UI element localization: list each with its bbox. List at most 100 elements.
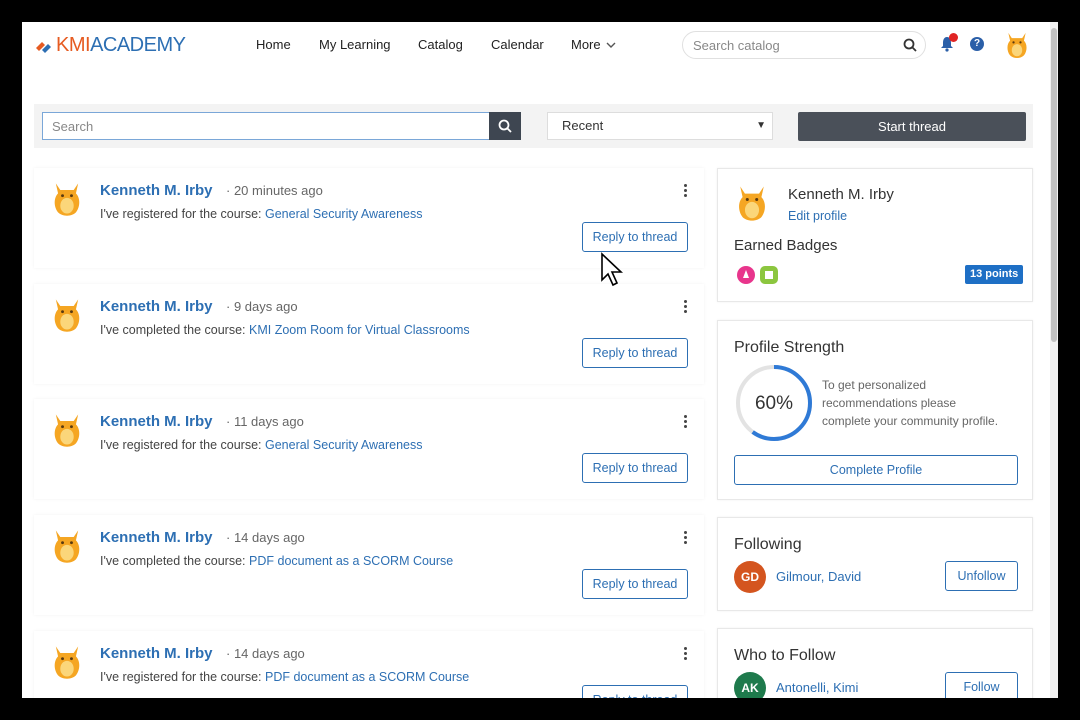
search-icon[interactable] xyxy=(903,38,917,52)
profile-name: Kenneth M. Irby xyxy=(788,186,894,203)
follow-button[interactable]: Follow xyxy=(945,672,1018,698)
user-avatar-icon[interactable] xyxy=(50,296,84,334)
course-link[interactable]: KMI Zoom Room for Virtual Classrooms xyxy=(249,323,470,337)
profile-strength-hint: To get personalized recommendations plea… xyxy=(822,376,998,430)
profile-strength-percent: 60% xyxy=(754,393,794,414)
user-avatar-icon[interactable] xyxy=(734,183,770,223)
search-icon xyxy=(498,119,512,133)
help-icon[interactable]: ? xyxy=(970,37,984,51)
post-time-text: 11 days ago xyxy=(233,414,304,429)
post-action: I've registered for the course: xyxy=(100,438,262,452)
app-window: KMIACADEMY Home My Learning Catalog Cale… xyxy=(22,22,1058,698)
reply-to-thread-button[interactable]: Reply to thread xyxy=(582,338,688,368)
post-action: I've registered for the course: xyxy=(100,670,262,684)
feed-item: Kenneth M. Irby · 11 days ago I've regis… xyxy=(34,399,704,499)
more-options-icon[interactable] xyxy=(684,647,688,662)
author-name[interactable]: Kenneth M. Irby xyxy=(100,182,213,199)
post-time: · 20 minutes ago xyxy=(226,183,323,198)
reply-to-thread-button[interactable]: Reply to thread xyxy=(582,222,688,252)
post-action: I've completed the course: xyxy=(100,323,246,337)
sort-select[interactable]: Recent ▼ xyxy=(547,112,773,140)
nav-more-label: More xyxy=(571,37,601,52)
suggested-person-link[interactable]: Antonelli, Kimi xyxy=(776,680,858,695)
user-avatar-icon[interactable] xyxy=(50,180,84,218)
author-name[interactable]: Kenneth M. Irby xyxy=(100,298,213,315)
catalog-search xyxy=(682,31,926,59)
hint-line: complete your community profile. xyxy=(822,414,999,428)
reply-to-thread-button[interactable]: Reply to thread xyxy=(582,685,688,698)
top-navigation: KMIACADEMY Home My Learning Catalog Cale… xyxy=(22,22,1058,68)
edit-profile-link[interactable]: Edit profile xyxy=(788,209,847,223)
catalog-search-input[interactable] xyxy=(693,32,893,58)
kmi-academy-logo[interactable]: KMIACADEMY xyxy=(34,34,186,57)
post-message: I've registered for the course: PDF docu… xyxy=(100,670,469,684)
more-options-icon[interactable] xyxy=(684,415,688,430)
rocket-badge-icon[interactable] xyxy=(736,265,756,285)
post-message: I've registered for the course: General … xyxy=(100,207,422,221)
feed-item: Kenneth M. Irby · 14 days ago I've compl… xyxy=(34,515,704,615)
reply-to-thread-button[interactable]: Reply to thread xyxy=(582,569,688,599)
post-time: · 14 days ago xyxy=(226,530,305,545)
post-time: · 14 days ago xyxy=(226,646,305,661)
book-badge-icon[interactable] xyxy=(759,265,779,285)
course-link[interactable]: PDF document as a SCORM Course xyxy=(249,554,453,568)
user-avatar-icon[interactable] xyxy=(50,643,84,681)
post-time-text: 14 days ago xyxy=(233,646,305,661)
feed-search-button[interactable] xyxy=(489,112,521,140)
more-options-icon[interactable] xyxy=(684,300,688,315)
author-name[interactable]: Kenneth M. Irby xyxy=(100,413,213,430)
course-link[interactable]: PDF document as a SCORM Course xyxy=(265,670,469,684)
nav-home[interactable]: Home xyxy=(256,37,291,52)
post-action: I've registered for the course: xyxy=(100,207,262,221)
complete-profile-button[interactable]: Complete Profile xyxy=(734,455,1018,485)
scrollbar-thumb[interactable] xyxy=(1051,28,1057,342)
chevron-down-icon: ▼ xyxy=(756,120,766,131)
following-card: Following GD Gilmour, David Unfollow xyxy=(717,517,1033,611)
profile-card: Kenneth M. Irby Edit profile Earned Badg… xyxy=(717,168,1033,302)
profile-strength-card: Profile Strength 60% To get personalized… xyxy=(717,320,1033,500)
following-title: Following xyxy=(734,536,802,553)
nav-catalog[interactable]: Catalog xyxy=(418,37,463,52)
points-badge: 13 points xyxy=(965,265,1024,284)
user-avatar-icon[interactable] xyxy=(1004,30,1030,60)
post-action: I've completed the course: xyxy=(100,554,246,568)
user-avatar-icon[interactable] xyxy=(50,527,84,565)
post-time: · 11 days ago xyxy=(226,414,304,429)
nav-more[interactable]: More xyxy=(571,37,616,52)
avatar[interactable]: GD xyxy=(734,561,766,593)
notification-badge xyxy=(949,33,958,42)
bottom-letterbox xyxy=(0,698,1080,720)
who-to-follow-title: Who to Follow xyxy=(734,647,836,664)
more-options-icon[interactable] xyxy=(684,184,688,199)
post-time-text: 9 days ago xyxy=(233,299,298,314)
page-scrollbar[interactable] xyxy=(1050,22,1058,698)
reply-to-thread-button[interactable]: Reply to thread xyxy=(582,453,688,483)
more-options-icon[interactable] xyxy=(684,531,688,546)
course-link[interactable]: General Security Awareness xyxy=(265,207,423,221)
post-message: I've completed the course: KMI Zoom Room… xyxy=(100,323,470,337)
user-avatar-icon[interactable] xyxy=(50,411,84,449)
chevron-down-icon xyxy=(606,42,616,48)
feed-search xyxy=(42,112,490,140)
course-link[interactable]: General Security Awareness xyxy=(265,438,423,452)
author-name[interactable]: Kenneth M. Irby xyxy=(100,645,213,662)
hint-line: To get personalized xyxy=(822,378,927,392)
following-person-link[interactable]: Gilmour, David xyxy=(776,569,861,584)
post-message: I've completed the course: PDF document … xyxy=(100,554,453,568)
mouse-cursor-icon xyxy=(601,252,624,287)
avatar[interactable]: AK xyxy=(734,672,766,698)
nav-calendar[interactable]: Calendar xyxy=(491,37,544,52)
post-time: · 9 days ago xyxy=(226,299,298,314)
post-time-text: 20 minutes ago xyxy=(233,183,323,198)
logo-text: KMIACADEMY xyxy=(56,34,186,56)
start-thread-button[interactable]: Start thread xyxy=(798,112,1026,141)
feed-toolbar: Recent ▼ Start thread xyxy=(34,104,1033,148)
nav-my-learning[interactable]: My Learning xyxy=(319,37,391,52)
feed-search-input[interactable] xyxy=(43,113,483,139)
who-to-follow-card: Who to Follow AK Antonelli, Kimi Follow xyxy=(717,628,1033,698)
hint-line: recommendations please xyxy=(822,396,957,410)
author-name[interactable]: Kenneth M. Irby xyxy=(100,529,213,546)
post-message: I've registered for the course: General … xyxy=(100,438,422,452)
feed-item: Kenneth M. Irby · 9 days ago I've comple… xyxy=(34,284,704,384)
unfollow-button[interactable]: Unfollow xyxy=(945,561,1018,591)
